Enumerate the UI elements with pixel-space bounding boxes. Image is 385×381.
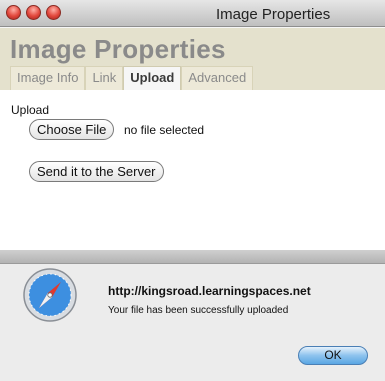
- alert-message: Your file has been successfully uploaded: [108, 305, 289, 316]
- send-to-server-button[interactable]: Send it to the Server: [29, 161, 164, 182]
- upload-pane: Upload: [0, 90, 385, 205]
- alert-host: http://kingsroad.learningspaces.net: [108, 284, 311, 298]
- window-title: Image Properties: [216, 6, 331, 23]
- tab-advanced[interactable]: Advanced: [181, 66, 254, 90]
- alert-dialog: http://kingsroad.learningspaces.net Your…: [0, 250, 385, 381]
- tab-upload[interactable]: Upload: [123, 66, 182, 90]
- choose-file-button[interactable]: Choose File: [29, 119, 115, 140]
- minimize-icon[interactable]: [26, 5, 41, 20]
- file-status-text: no file selected: [124, 123, 205, 137]
- tab-image-info[interactable]: Image Info: [10, 66, 86, 90]
- alert-title-bar: [0, 250, 385, 264]
- tab-link[interactable]: Link: [85, 66, 124, 90]
- title-bar[interactable]: Image Properties: [0, 0, 385, 27]
- safari-compass-icon: [23, 268, 77, 322]
- close-icon[interactable]: [6, 5, 21, 20]
- dialog-header: Image Properties Image Info Link Upload …: [0, 28, 385, 90]
- upload-label: Upload: [11, 103, 50, 117]
- ok-button[interactable]: OK: [298, 346, 368, 365]
- page-title: Image Properties: [10, 34, 226, 64]
- zoom-icon[interactable]: [46, 5, 61, 20]
- tab-bar: Image Info Link Upload Advanced: [10, 66, 254, 90]
